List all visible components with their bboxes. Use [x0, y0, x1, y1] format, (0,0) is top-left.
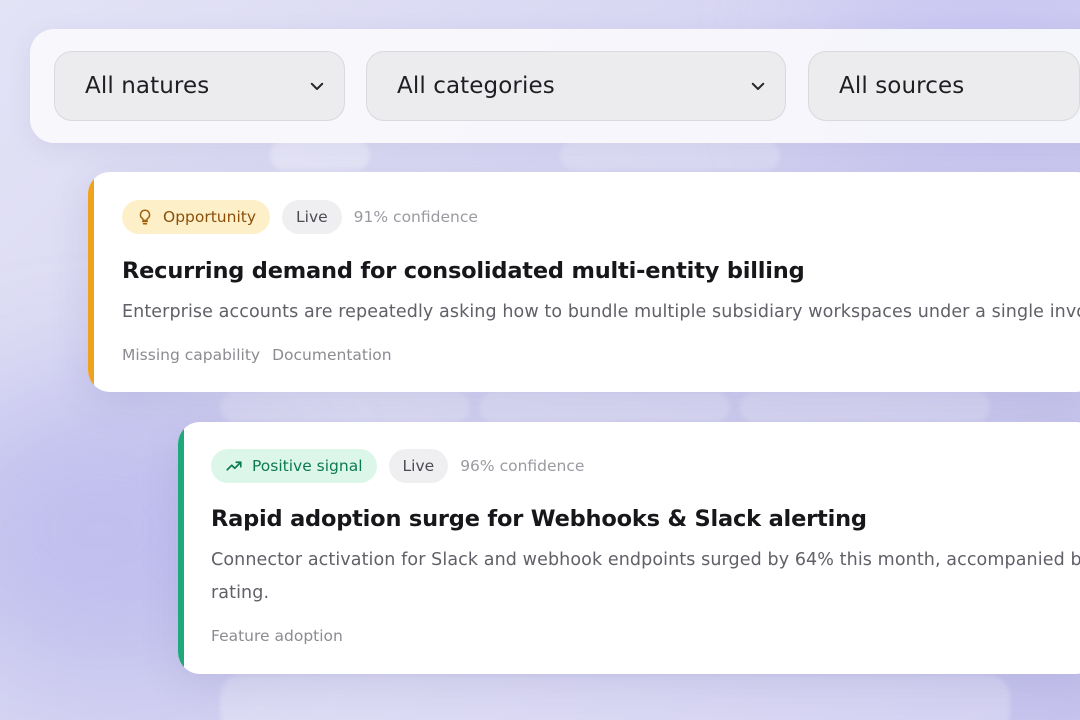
nature-filter-select[interactable]: All natures	[54, 51, 345, 121]
card-title: Recurring demand for consolidated multi-…	[122, 258, 805, 284]
live-status-badge: Live	[388, 449, 449, 483]
tag-documentation: Documentation	[272, 346, 392, 364]
card-accent-bar	[88, 172, 94, 392]
confidence-score: 91% confidence	[353, 208, 478, 226]
card-description-line: rating.	[211, 583, 270, 603]
badge-label: Opportunity	[163, 208, 257, 226]
background-ghost-shape	[270, 140, 370, 170]
category-filter-select[interactable]: All categories	[366, 51, 786, 121]
positive-signal-badge: Positive signal	[211, 449, 377, 483]
category-filter-label: All categories	[397, 73, 555, 99]
tag-feature-adoption: Feature adoption	[211, 627, 343, 645]
live-status-badge: Live	[282, 200, 342, 234]
trending-up-icon	[226, 461, 242, 471]
card-tags: Feature adoption	[211, 627, 355, 645]
filter-bar: All natures All categories All sources	[30, 29, 1080, 143]
nature-filter-label: All natures	[85, 73, 210, 99]
source-filter-select[interactable]: All sources	[808, 51, 1080, 121]
background-ghost-shape	[220, 392, 470, 422]
card-badge-row: Opportunity Live 91% confidence	[122, 200, 478, 234]
insight-card-positive-signal[interactable]: Positive signal Live 96% confidence Rapi…	[178, 422, 1080, 674]
background-ghost-shape	[480, 392, 730, 422]
source-filter-label: All sources	[839, 73, 965, 99]
opportunity-badge: Opportunity	[122, 200, 271, 234]
background-ghost-shape	[560, 140, 780, 170]
chevron-down-icon	[310, 82, 324, 90]
confidence-score: 96% confidence	[460, 457, 585, 475]
card-badge-row: Positive signal Live 96% confidence	[211, 449, 584, 483]
badge-label: Positive signal	[252, 457, 363, 475]
chevron-down-icon	[751, 82, 765, 90]
card-accent-bar	[178, 422, 184, 674]
tag-missing-capability: Missing capability	[122, 346, 261, 364]
background-ghost-shape	[740, 392, 990, 422]
card-description: Connector activation for Slack and webho…	[211, 544, 1080, 610]
card-description: Enterprise accounts are repeatedly askin…	[122, 302, 1080, 322]
card-tags: Missing capability Documentation	[122, 346, 404, 364]
insight-card-opportunity[interactable]: Opportunity Live 91% confidence Recurrin…	[88, 172, 1080, 392]
card-title: Rapid adoption surge for Webhooks & Slac…	[211, 506, 867, 532]
lightbulb-icon	[139, 209, 151, 225]
card-description-line: Connector activation for Slack and webho…	[211, 550, 1080, 570]
background-ghost-shape	[220, 675, 1010, 720]
